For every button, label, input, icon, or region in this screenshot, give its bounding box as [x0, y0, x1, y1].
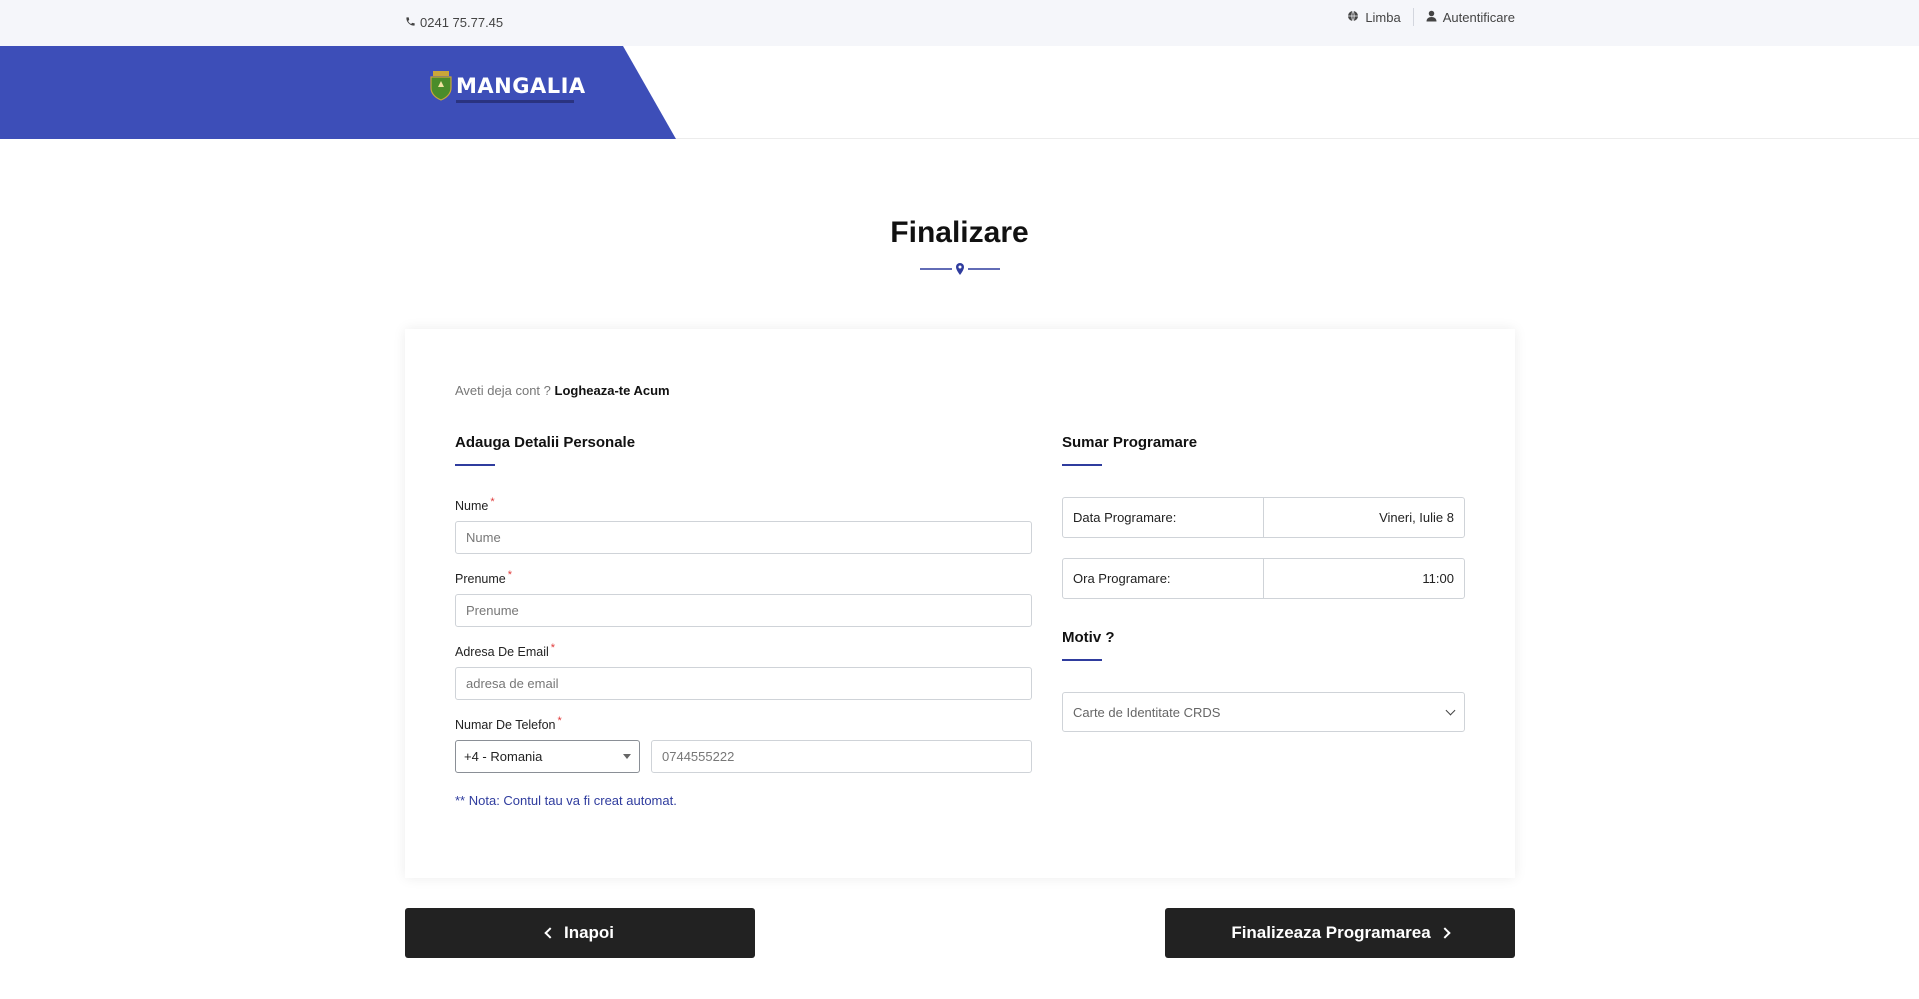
phone-number: 0241 75.77.45	[420, 15, 504, 30]
country-code-select[interactable]: +4 - Romania	[455, 740, 640, 773]
date-label: Data Programare:	[1063, 498, 1264, 537]
page-title: Finalizare	[890, 216, 1029, 249]
language-label: Limba	[1365, 9, 1401, 25]
language-link[interactable]: Limba	[1335, 8, 1412, 26]
prenume-label-text: Prenume	[455, 572, 506, 586]
motiv-select[interactable]: Carte de Identitate CRDS	[1062, 692, 1465, 732]
login-now-link[interactable]: Logheaza-te Acum	[555, 383, 670, 398]
personal-details-underline	[455, 464, 495, 466]
nume-label: Nume *	[455, 496, 495, 513]
map-pin-icon	[956, 263, 964, 275]
chevron-right-icon	[1439, 927, 1451, 939]
telefon-label-text: Numar De Telefon	[455, 718, 556, 732]
time-label: Ora Programare:	[1063, 559, 1264, 598]
nume-input[interactable]	[455, 521, 1032, 554]
logo-tagline-graphic	[456, 99, 574, 103]
prenume-input[interactable]	[455, 594, 1032, 627]
summary-underline	[1062, 464, 1102, 466]
time-value: 11:00	[1422, 571, 1454, 586]
login-label: Autentificare	[1442, 9, 1515, 25]
country-code-value: +4 - Romania	[464, 749, 543, 764]
caret-down-icon	[623, 754, 631, 759]
site-header: MANGALIA	[0, 46, 1919, 139]
telefon-label: Numar De Telefon *	[455, 715, 562, 732]
top-links: Limba Autentificare	[1335, 8, 1515, 26]
user-icon	[1426, 10, 1437, 25]
top-bar: 0241 75.77.45 Limba Autentificare	[0, 0, 1919, 46]
email-label-text: Adresa De Email	[455, 645, 549, 659]
summary-title: Sumar Programare	[1062, 434, 1198, 451]
required-mark: *	[490, 496, 495, 508]
account-prompt: Aveti deja cont ? Logheaza-te Acum	[455, 383, 670, 398]
finish-button-label: Finalizeaza Programarea	[1231, 923, 1431, 942]
globe-icon	[1347, 10, 1359, 25]
email-label: Adresa De Email *	[455, 642, 556, 659]
required-mark: *	[557, 715, 562, 727]
logo-word: MANGALIA	[456, 73, 586, 98]
nume-label-text: Nume	[455, 499, 489, 513]
contact-phone[interactable]: 0241 75.77.45	[405, 15, 503, 30]
date-value: Vineri, Iulie 8	[1379, 510, 1454, 525]
login-link-top[interactable]: Autentificare	[1412, 8, 1515, 26]
motiv-underline	[1062, 659, 1102, 661]
logo-text-block: MANGALIA	[456, 75, 586, 103]
motiv-selected-value: Carte de Identitate CRDS	[1073, 704, 1221, 720]
title-divider	[920, 263, 1000, 275]
coat-of-arms-icon	[430, 70, 452, 106]
prenume-label: Prenume *	[455, 569, 513, 586]
mangalia-logo[interactable]: MANGALIA	[430, 70, 586, 106]
motiv-title: Motiv ?	[1062, 629, 1115, 646]
booking-card: Aveti deja cont ? Logheaza-te Acum Adaug…	[405, 329, 1515, 878]
auto-account-note: ** Nota: Contul tau va fi creat automat.	[455, 793, 677, 808]
chevron-left-icon	[544, 927, 556, 939]
summary-time-row: Ora Programare: 11:00	[1062, 558, 1465, 599]
summary-date-row: Data Programare: Vineri, Iulie 8	[1062, 497, 1465, 538]
personal-details-title: Adauga Detalii Personale	[455, 434, 636, 451]
phone-number-input[interactable]	[651, 740, 1032, 773]
required-mark: *	[507, 569, 513, 581]
phone-icon	[405, 15, 416, 30]
required-mark: *	[550, 642, 556, 654]
email-input[interactable]	[455, 667, 1032, 700]
account-prompt-text: Aveti deja cont ?	[455, 383, 551, 398]
back-button-label: Inapoi	[563, 923, 615, 942]
chevron-down-icon	[1445, 705, 1456, 715]
finish-booking-button[interactable]: Finalizeaza Programarea	[1165, 908, 1515, 958]
back-button[interactable]: Inapoi	[405, 908, 755, 958]
